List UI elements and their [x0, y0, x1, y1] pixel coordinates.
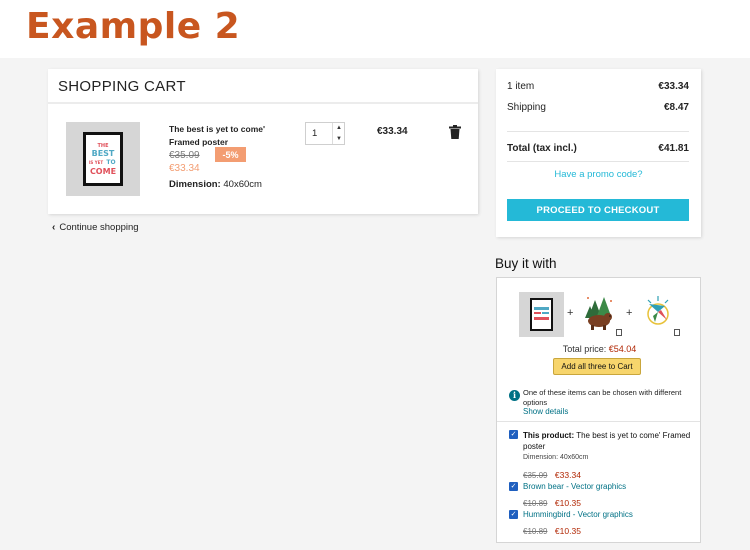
- cart-title: SHOPPING CART: [58, 78, 186, 95]
- chevron-down-icon[interactable]: ▼: [333, 134, 345, 144]
- this-product-label: This product: The best is yet to come' F…: [523, 430, 695, 452]
- hummingbird-link[interactable]: Hummingbird - Vector graphics: [523, 510, 633, 519]
- edit-icon[interactable]: [616, 329, 622, 336]
- bundle-total-price: Total price: €54.04: [497, 344, 702, 354]
- bundle-bear-image[interactable]: [583, 294, 615, 330]
- hummingbird-old-price: €10.89: [523, 527, 548, 536]
- items-count: 1 item: [507, 81, 535, 92]
- divider: [507, 131, 689, 132]
- product-dimension: Dimension: 40x60cm: [169, 179, 262, 190]
- chevron-left-icon: ‹: [52, 222, 56, 233]
- summary-shipping-row: Shipping €8.47: [507, 102, 689, 113]
- checkbox-brown-bear[interactable]: ✓: [509, 482, 518, 491]
- this-product-old-price: €35.09: [523, 471, 548, 480]
- product-thumbnail[interactable]: THE BEST IS YET TO COME: [66, 122, 140, 196]
- poster-text-best: BEST: [92, 149, 115, 158]
- bundle-total-label: Total price:: [562, 344, 607, 354]
- add-all-to-cart-button[interactable]: Add all three to Cart: [553, 358, 641, 375]
- divider: [48, 102, 478, 104]
- quantity-input[interactable]: 1: [312, 128, 317, 139]
- buy-it-with-heading: Buy it with: [495, 256, 557, 271]
- brown-bear-link[interactable]: Brown bear - Vector graphics: [523, 482, 626, 491]
- this-product-price: €35.09 €33.34: [523, 465, 581, 483]
- this-product-new-price: €33.34: [554, 470, 581, 480]
- summary-items-row: 1 item €33.34: [507, 81, 689, 92]
- shopping-cart-panel: SHOPPING CART THE BEST IS YET TO COME Th…: [48, 69, 478, 214]
- divider: [497, 421, 700, 422]
- show-details-link[interactable]: Show details: [523, 407, 568, 416]
- product-name-link[interactable]: The best is yet to come' Framed poster: [169, 123, 289, 148]
- promo-code-link[interactable]: Have a promo code?: [496, 169, 701, 180]
- dimension-label: Dimension:: [169, 179, 221, 190]
- buy-it-with-box: + + Total price: €54.04 Add all three to…: [496, 277, 701, 543]
- bundle-poster-image[interactable]: [519, 292, 564, 337]
- summary-total-row: Total (tax incl.) €41.81: [507, 143, 689, 154]
- continue-shopping-label: Continue shopping: [59, 222, 139, 233]
- framed-poster-image: THE BEST IS YET TO COME: [83, 132, 123, 186]
- trash-icon[interactable]: [449, 125, 461, 139]
- original-price: €35.09: [169, 150, 200, 161]
- total-label: Total (tax incl.): [507, 143, 577, 154]
- quantity-arrows: ▲ ▼: [332, 123, 344, 144]
- poster-text-is-yet: IS YET: [89, 160, 103, 165]
- chevron-up-icon[interactable]: ▲: [333, 123, 345, 133]
- bundle-total-value: €54.04: [608, 344, 637, 354]
- hummingbird-new-price: €10.35: [554, 526, 581, 536]
- brown-bear-price: €10.89 €10.35: [523, 493, 581, 511]
- discounted-price: €33.34: [169, 163, 200, 174]
- quantity-stepper[interactable]: 1 ▲ ▼: [305, 122, 345, 145]
- poster-text-come: COME: [90, 167, 116, 176]
- this-product-prefix: This product:: [523, 431, 575, 440]
- this-product-dimension: Dimension: 40x60cm: [523, 454, 589, 461]
- proceed-to-checkout-button[interactable]: PROCEED TO CHECKOUT: [507, 199, 689, 221]
- poster-text-to: TO: [106, 159, 115, 166]
- dimension-value: 40x60cm: [223, 179, 262, 190]
- plus-sign: +: [567, 307, 574, 319]
- line-total: €33.34: [377, 126, 408, 137]
- brown-bear-old-price: €10.89: [523, 499, 548, 508]
- example-title: Example 2: [26, 6, 241, 47]
- checkbox-this-product[interactable]: ✓: [509, 430, 518, 439]
- shipping-value: €8.47: [663, 102, 689, 113]
- hummingbird-price: €10.89 €10.35: [523, 521, 581, 539]
- continue-shopping-link[interactable]: ‹ Continue shopping: [52, 222, 139, 233]
- items-subtotal: €33.34: [658, 81, 689, 92]
- discount-badge: -5%: [215, 147, 246, 162]
- checkbox-hummingbird[interactable]: ✓: [509, 510, 518, 519]
- cart-summary: 1 item €33.34 Shipping €8.47 Total (tax …: [496, 69, 701, 237]
- options-info-text: One of these items can be chosen with di…: [523, 388, 682, 407]
- plus-sign: +: [626, 307, 633, 319]
- info-icon: i: [509, 390, 520, 401]
- divider: [507, 161, 689, 162]
- shipping-label: Shipping: [507, 102, 546, 113]
- total-value: €41.81: [658, 143, 689, 154]
- brown-bear-new-price: €10.35: [554, 498, 581, 508]
- bundle-hummingbird-image[interactable]: [643, 294, 673, 330]
- edit-icon[interactable]: [674, 329, 680, 336]
